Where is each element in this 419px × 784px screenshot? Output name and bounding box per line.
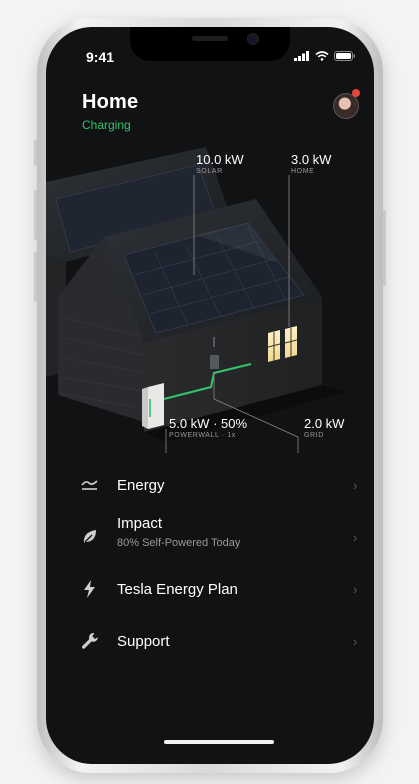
- chevron-right-icon: ›: [353, 582, 358, 597]
- grid-label: GRID: [304, 432, 324, 439]
- power-button: [383, 210, 386, 286]
- menu-label-energy-plan: Tesla Energy Plan: [117, 581, 238, 598]
- signal-icon: [294, 51, 309, 61]
- home-label: HOME: [291, 168, 315, 175]
- solar-metric: 10.0 kW SOLAR: [196, 152, 244, 175]
- silent-switch: [34, 140, 37, 166]
- powerwall-value: 5.0 kW · 50%: [169, 416, 248, 431]
- notch: [130, 27, 290, 61]
- volume-up-button: [34, 190, 37, 240]
- notification-dot: [352, 89, 360, 97]
- powerwall-label: POWERWALL · 1x: [169, 432, 236, 439]
- menu-label-energy: Energy: [117, 477, 165, 494]
- speaker: [192, 36, 228, 41]
- menu-item-energy[interactable]: Energy ›: [46, 467, 374, 507]
- status-time: 9:41: [86, 49, 115, 65]
- wrench-icon: [82, 633, 98, 649]
- solar-label: SOLAR: [196, 168, 223, 175]
- wifi-icon: [315, 51, 329, 61]
- chevron-right-icon: ›: [353, 478, 358, 493]
- grid-metric: 2.0 kW GRID: [304, 416, 344, 439]
- home-value: 3.0 kW: [291, 152, 332, 167]
- solar-value: 10.0 kW: [196, 152, 244, 167]
- menu-label-support: Support: [117, 633, 170, 650]
- page-title: Home: [82, 91, 139, 113]
- status-icons: [294, 51, 356, 61]
- powerwall-metric: 5.0 kW · 50% POWERWALL · 1x: [169, 416, 247, 439]
- gateway-box: [210, 355, 219, 369]
- chevron-right-icon: ›: [353, 634, 358, 649]
- grid-value: 2.0 kW: [304, 416, 345, 431]
- phone-screen: 9:41 Home Charging 10.0 kW SOLAR 3.0 kW …: [46, 27, 374, 764]
- battery-icon: [334, 51, 355, 61]
- bolt-icon: [84, 580, 95, 598]
- chevron-right-icon: ›: [353, 530, 358, 545]
- home-indicator[interactable]: [164, 740, 274, 744]
- menu-item-impact[interactable]: Impact 80% Self-Powered Today ›: [46, 511, 374, 559]
- volume-down-button: [34, 252, 37, 302]
- charging-status: Charging: [82, 118, 131, 132]
- menu-label-impact: Impact: [117, 515, 163, 532]
- front-camera: [247, 33, 259, 45]
- leaf-icon: [83, 530, 96, 543]
- home-metric: 3.0 kW HOME: [291, 152, 331, 175]
- menu-sub-impact: 80% Self-Powered Today: [117, 537, 241, 549]
- powerwall-side: [142, 387, 148, 429]
- energy-chart-icon: [81, 480, 98, 490]
- menu-item-energy-plan[interactable]: Tesla Energy Plan ›: [46, 571, 374, 611]
- menu-item-support[interactable]: Support ›: [46, 623, 374, 663]
